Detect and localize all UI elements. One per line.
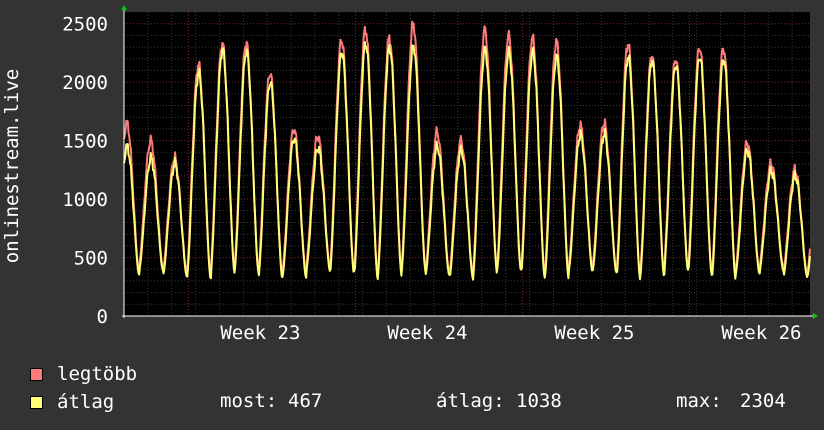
y-tick-label: 0 xyxy=(97,306,108,328)
x-tick-label: Week 23 xyxy=(220,322,300,344)
x-tick-label: Week 26 xyxy=(721,322,801,344)
y-tick-label: 1500 xyxy=(62,131,108,153)
y-tick-label: 1000 xyxy=(62,189,108,211)
y-axis-label: onlinestream.live xyxy=(1,69,23,263)
chart: 0 500 1000 1500 2000 2500 Week 23 Week 24 Week 2… xyxy=(0,0,824,430)
y-tick-label: 2000 xyxy=(62,72,108,94)
y-tick-label: 2500 xyxy=(62,14,108,36)
y-tick-label: 500 xyxy=(74,248,108,270)
x-tick-label: Week 24 xyxy=(387,322,467,344)
x-tick-label: Week 25 xyxy=(554,322,634,344)
